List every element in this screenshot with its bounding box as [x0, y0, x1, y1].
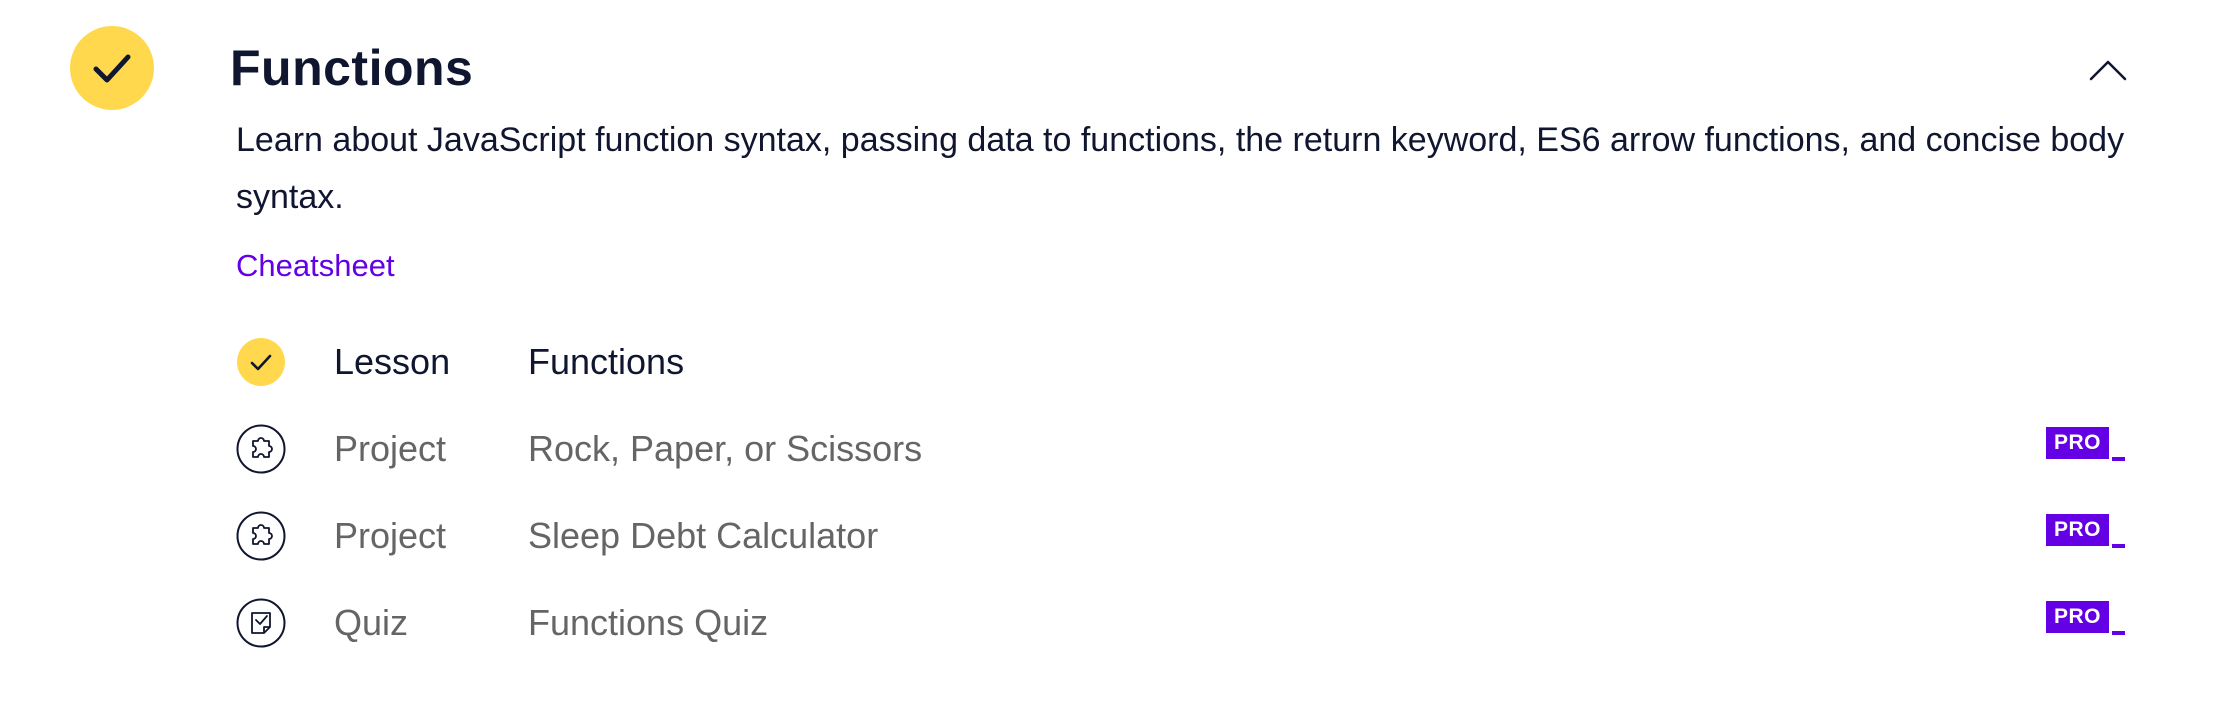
module-title: Functions — [230, 40, 474, 96]
item-status-icon — [236, 337, 286, 387]
item-status-icon — [236, 424, 286, 474]
pro-badge-label: PRO — [2046, 427, 2110, 459]
pro-badge-label: PRO — [2046, 601, 2110, 633]
quiz-icon — [236, 598, 286, 647]
pro-badge: PRO — [2046, 601, 2126, 635]
item-type-label: Lesson — [334, 340, 451, 382]
item-name-label: Functions Quiz — [528, 601, 769, 643]
check-icon — [93, 54, 131, 83]
check-icon — [237, 337, 285, 386]
module-completed-badge — [70, 26, 154, 110]
module-item-project-rock-paper-scissors[interactable]: Project Rock, Paper, or Scissors PRO — [236, 405, 2136, 492]
puzzle-icon — [236, 424, 286, 473]
pro-badge: PRO — [2046, 514, 2126, 548]
module-description: Learn about JavaScript function syntax, … — [236, 121, 2125, 216]
item-name-label: Sleep Debt Calculator — [528, 514, 879, 556]
pro-badge-cursor — [2112, 631, 2126, 635]
chevron-up-icon — [2089, 60, 2127, 81]
item-status-icon — [236, 598, 286, 648]
module-item-list: Lesson Functions Project Rock, Paper, or… — [236, 318, 2136, 666]
item-name-label: Functions — [528, 340, 685, 382]
item-status-icon — [236, 511, 286, 561]
pro-badge-label: PRO — [2046, 514, 2110, 546]
pro-badge: PRO — [2046, 427, 2126, 461]
item-type-label: Quiz — [334, 601, 409, 643]
module-item-quiz-functions-quiz[interactable]: Quiz Functions Quiz PRO — [236, 579, 2136, 666]
pro-badge-cursor — [2112, 544, 2126, 548]
puzzle-icon — [236, 511, 286, 560]
module-item-lesson-functions[interactable]: Lesson Functions — [236, 318, 2136, 405]
item-name-label: Rock, Paper, or Scissors — [528, 427, 923, 469]
module-item-project-sleep-debt-calculator[interactable]: Project Sleep Debt Calculator PRO — [236, 492, 2136, 579]
collapse-button[interactable] — [2084, 52, 2132, 88]
cheatsheet-link[interactable]: Cheatsheet — [236, 244, 395, 288]
item-type-label: Project — [334, 427, 447, 469]
pro-badge-cursor — [2112, 457, 2126, 461]
item-type-label: Project — [334, 514, 447, 556]
module-card: Functions Learn about JavaScript functio… — [0, 0, 2224, 714]
